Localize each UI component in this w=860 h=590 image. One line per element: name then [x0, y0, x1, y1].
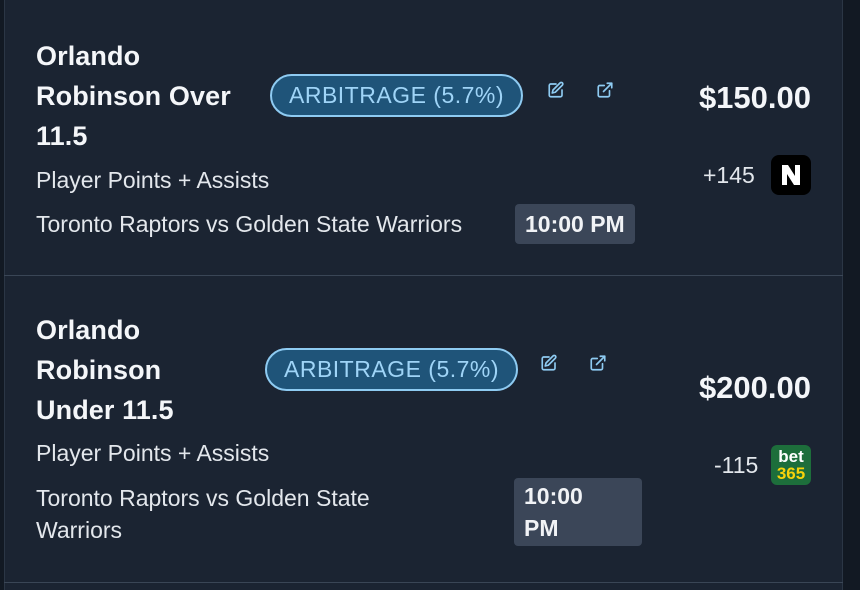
novig-logo-icon[interactable] [771, 155, 811, 195]
bet-card[interactable]: Orlando Robinson Over 11.5 ARBITRAGE (5.… [4, 0, 843, 276]
time-badge: 10:00 PM [514, 478, 642, 546]
odds-label: +145 [703, 162, 755, 188]
bet-title: Orlando Robinson Under 11.5 [36, 315, 174, 425]
arbitrage-badge[interactable]: ARBITRAGE (5.7%) [265, 348, 519, 391]
external-link-icon[interactable] [596, 81, 614, 99]
edit-icon[interactable] [540, 354, 558, 372]
market-label: Player Points + Assists [36, 440, 270, 466]
external-link-icon[interactable] [589, 354, 607, 372]
edit-icon[interactable] [547, 81, 565, 99]
bet-title: Orlando Robinson Over 11.5 [36, 41, 231, 151]
bet-card[interactable]: Orlando Robinson Under 11.5 ARBITRAGE (5… [4, 277, 843, 583]
bet365-logo-icon[interactable]: bet 365 [771, 445, 811, 485]
stake-amount: $200.00 [698, 370, 811, 405]
odds-label: -115 [714, 452, 759, 478]
matchup-label: Toronto Raptors vs Golden State Warriors [36, 485, 370, 543]
time-badge: 10:00 PM [515, 204, 635, 244]
matchup-label: Toronto Raptors vs Golden State Warriors [36, 211, 463, 237]
market-label: Player Points + Assists [36, 167, 270, 193]
stake-amount: $150.00 [698, 80, 811, 115]
arbitrage-badge[interactable]: ARBITRAGE (5.7%) [270, 74, 524, 117]
